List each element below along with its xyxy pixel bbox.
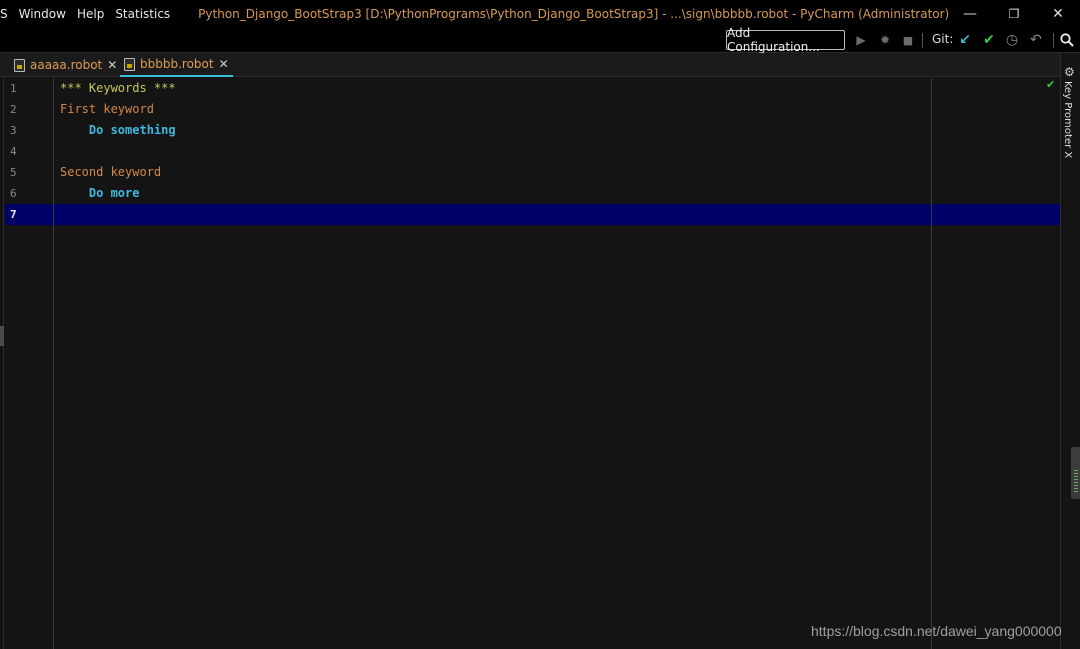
- code-line-current[interactable]: 7: [5, 204, 1060, 225]
- menu-item-help[interactable]: Help: [77, 7, 104, 21]
- code-text[interactable]: First keyword: [60, 99, 154, 120]
- window-controls: — ❐ ✕: [948, 0, 1080, 28]
- debug-icon[interactable]: ✹: [876, 31, 894, 49]
- stop-icon[interactable]: ■: [899, 31, 917, 49]
- gear-icon[interactable]: ⚙: [1064, 66, 1076, 78]
- tab-label: bbbbb.robot: [140, 57, 214, 71]
- right-tool-strip: ⚙ Key Promoter X: [1060, 53, 1080, 649]
- code-line[interactable]: 3 Do something: [5, 120, 1060, 141]
- tab-bbbbb-robot[interactable]: bbbbb.robot ✕: [120, 53, 233, 77]
- inspection-ok-icon[interactable]: ✔: [1046, 78, 1055, 91]
- git-update-icon[interactable]: ↙: [956, 31, 974, 49]
- tab-label: aaaaa.robot: [30, 58, 103, 72]
- code-text[interactable]: Second keyword: [60, 162, 161, 183]
- watermark: https://blog.csdn.net/dawei_yang000000: [811, 623, 1062, 639]
- key-promoter-x-tab[interactable]: Key Promoter X: [1062, 81, 1073, 158]
- code-editor[interactable]: 1 *** Keywords *** 2 First keyword 3 Do …: [5, 78, 1060, 649]
- minimize-button[interactable]: —: [948, 0, 992, 28]
- robot-file-icon: [14, 58, 25, 72]
- close-icon[interactable]: ✕: [219, 57, 229, 71]
- code-line[interactable]: 4: [5, 141, 1060, 162]
- git-rollback-icon[interactable]: ↶: [1027, 31, 1045, 49]
- git-commit-icon[interactable]: ✔: [980, 31, 998, 49]
- code-text[interactable]: Do something: [60, 120, 176, 141]
- add-configuration-button[interactable]: Add Configuration...: [726, 26, 845, 54]
- code-line[interactable]: 2 First keyword: [5, 99, 1060, 120]
- robot-file-icon: [124, 57, 135, 71]
- menu-item-window[interactable]: Window: [19, 7, 66, 21]
- line-number-gutter: [5, 78, 54, 649]
- toolbar: Add Configuration... ▶ ✹ ■ Git: ↙ ✔ ◷ ↶: [0, 26, 1080, 54]
- git-history-icon[interactable]: ◷: [1003, 31, 1021, 49]
- title-bar: S Window Help Statistics Python_Django_B…: [0, 0, 1080, 28]
- tab-aaaaa-robot[interactable]: aaaaa.robot ✕: [10, 53, 121, 77]
- code-line[interactable]: 5 Second keyword: [5, 162, 1060, 183]
- code-line[interactable]: 1 *** Keywords ***: [5, 78, 1060, 99]
- close-icon[interactable]: ✕: [107, 58, 117, 72]
- menu-item-statistics[interactable]: Statistics: [115, 7, 170, 21]
- run-icon[interactable]: ▶: [852, 31, 870, 49]
- code-text[interactable]: Do more: [60, 183, 140, 204]
- git-label: Git:: [932, 32, 954, 46]
- menu-item-s[interactable]: S: [0, 7, 8, 21]
- code-line[interactable]: 6 Do more: [5, 183, 1060, 204]
- search-icon[interactable]: [1058, 31, 1076, 49]
- left-strip-marker: [0, 326, 4, 346]
- toolbar-separator: [922, 33, 923, 48]
- right-margin-guide: [931, 78, 932, 649]
- editor-tabs: aaaaa.robot ✕ bbbbb.robot ✕: [0, 53, 1060, 77]
- toolbar-separator: [1053, 33, 1054, 48]
- restore-button[interactable]: ❐: [992, 0, 1036, 28]
- main-menu: S Window Help Statistics: [0, 0, 181, 28]
- code-text[interactable]: *** Keywords ***: [60, 78, 176, 99]
- window-title: Python_Django_BootStrap3 [D:\PythonProgr…: [198, 7, 950, 21]
- left-tool-strip: [0, 53, 4, 649]
- scrollbar-marker: [1074, 470, 1078, 494]
- close-window-button[interactable]: ✕: [1036, 0, 1080, 28]
